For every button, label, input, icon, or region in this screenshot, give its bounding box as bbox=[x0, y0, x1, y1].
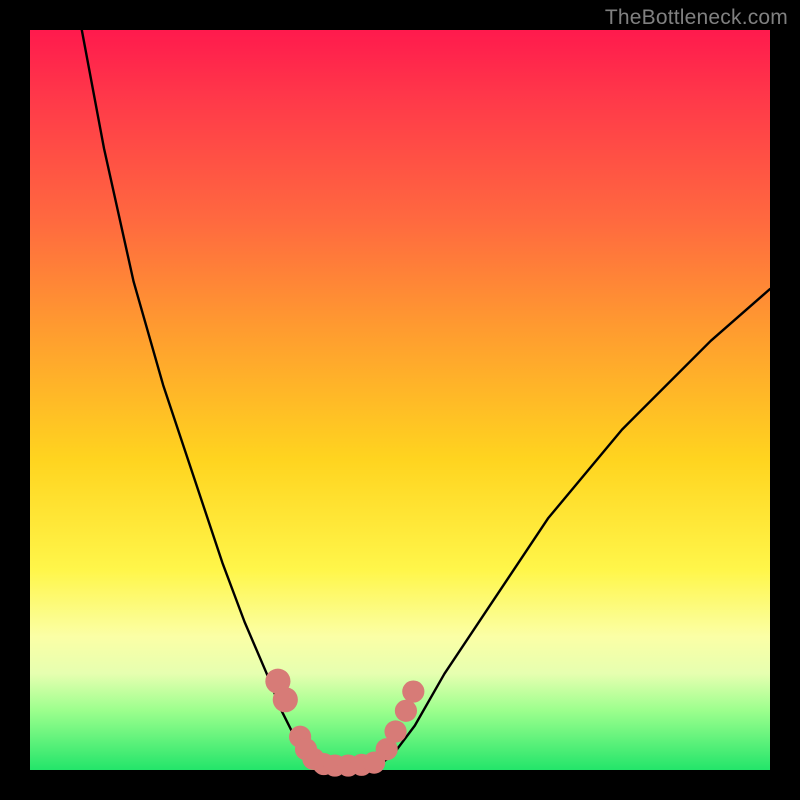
watermark-text: TheBottleneck.com bbox=[605, 6, 788, 30]
valley-marker bbox=[395, 700, 417, 722]
marker-layer bbox=[265, 669, 424, 777]
valley-marker bbox=[273, 687, 298, 712]
chart-svg bbox=[30, 30, 770, 770]
valley-marker bbox=[384, 720, 406, 742]
chart-frame: TheBottleneck.com bbox=[0, 0, 800, 800]
line-layer bbox=[82, 30, 770, 769]
bottleneck-curve bbox=[82, 30, 770, 769]
valley-marker bbox=[402, 680, 424, 702]
